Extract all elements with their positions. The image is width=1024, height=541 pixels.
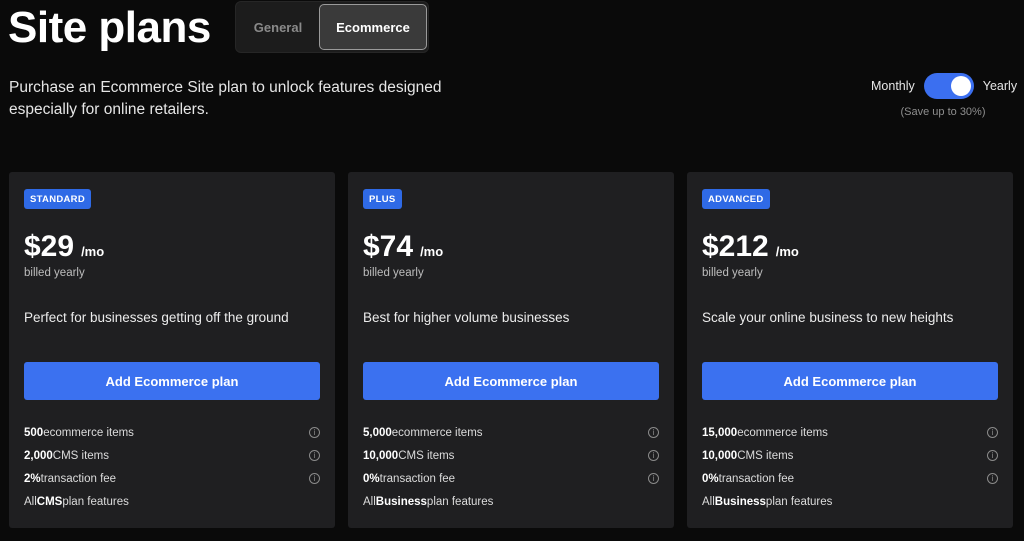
feature-item: All CMS plan features [24,494,320,510]
feature-value: 15,000 [702,427,738,439]
plan-card-plus: PLUS $74 /mo billed yearly Best for high… [348,172,674,528]
feature-item: All Business plan features [702,494,998,510]
feature-value: 5,000 [363,427,392,439]
plan-badge: STANDARD [24,189,91,209]
tab-general[interactable]: General [238,4,318,50]
plan-description: Scale your online business to new height… [702,310,954,325]
billing-note: billed yearly [363,267,424,279]
page-subtitle: Purchase an Ecommerce Site plan to unloc… [9,79,442,118]
feature-label: ecommerce items [737,427,828,439]
feature-label: ecommerce items [391,427,483,439]
plan-price: $74 [363,230,414,263]
feature-value: 500 [24,427,44,439]
plan-badge: ADVANCED [702,189,770,209]
feature-label: plan features [426,496,494,508]
add-ecommerce-plan-button[interactable]: Add Ecommerce plan [363,362,659,400]
info-icon[interactable]: i [987,473,998,484]
billing-monthly-label[interactable]: Monthly [871,79,915,93]
feature-value: 0% [702,473,719,485]
feature-value: 10,000 [363,450,399,462]
feature-value: CMS [36,496,63,508]
billing-period-switch: Monthly Yearly [871,73,1017,99]
plan-card-advanced: ADVANCED $212 /mo billed yearly Scale yo… [687,172,1013,528]
feature-label: transaction fee [40,473,117,485]
feature-value: 2% [24,473,41,485]
price-row: $212 /mo [702,230,799,264]
plan-category-tabs: General Ecommerce [235,1,429,53]
feature-label: CMS items [52,450,110,462]
feature-label: ecommerce items [43,427,134,439]
info-icon[interactable]: i [309,473,320,484]
tab-ecommerce[interactable]: Ecommerce [319,4,427,50]
feature-item: 5,000 ecommerce items i [363,425,659,441]
info-icon[interactable]: i [648,473,659,484]
feature-value: 0% [363,473,380,485]
plan-description: Best for higher volume businesses [363,310,570,325]
info-icon[interactable]: i [309,450,320,461]
add-ecommerce-plan-button[interactable]: Add Ecommerce plan [702,362,998,400]
feature-item: 2% transaction fee i [24,471,320,487]
price-period: /mo [420,244,444,259]
feature-value: Business [375,496,427,508]
billing-note: billed yearly [702,267,763,279]
feature-label: plan features [62,496,129,508]
feature-item: All Business plan features [363,494,659,510]
feature-prefix: All [363,496,376,508]
feature-label: plan features [765,496,833,508]
add-ecommerce-plan-button[interactable]: Add Ecommerce plan [24,362,320,400]
feature-value: 2,000 [24,450,53,462]
savings-note: (Save up to 30%) [900,106,986,118]
plan-card-standard: STANDARD $29 /mo billed yearly Perfect f… [9,172,335,528]
feature-item: 15,000 ecommerce items i [702,425,998,441]
price-period: /mo [775,244,799,259]
billing-yearly-label[interactable]: Yearly [983,79,1017,93]
plan-badge: PLUS [363,189,402,209]
feature-label: transaction fee [718,473,795,485]
info-icon[interactable]: i [648,450,659,461]
price-period: /mo [81,244,105,259]
feature-label: CMS items [737,450,794,462]
feature-label: CMS items [398,450,455,462]
info-icon[interactable]: i [987,427,998,438]
info-icon[interactable]: i [987,450,998,461]
toggle-knob [950,76,971,96]
page-title: Site plans [8,3,211,52]
billing-note: billed yearly [24,267,85,279]
billing-toggle[interactable] [923,73,974,99]
feature-prefix: All [702,496,715,508]
feature-item: 0% transaction fee i [702,471,998,487]
plan-description: Perfect for businesses getting off the g… [24,310,289,325]
plan-price: $212 [702,230,769,263]
plan-price: $29 [24,230,75,263]
feature-label: transaction fee [379,473,456,485]
feature-item: 500 ecommerce items i [24,425,320,441]
info-icon[interactable]: i [309,427,320,438]
feature-item: 10,000 CMS items i [363,448,659,464]
info-icon[interactable]: i [648,427,659,438]
feature-value: Business [714,496,766,508]
feature-item: 10,000 CMS items i [702,448,998,464]
feature-item: 0% transaction fee i [363,471,659,487]
feature-value: 10,000 [702,450,738,462]
price-row: $74 /mo [363,230,443,264]
feature-item: 2,000 CMS items i [24,448,320,464]
price-row: $29 /mo [24,230,104,264]
feature-prefix: All [24,496,37,508]
